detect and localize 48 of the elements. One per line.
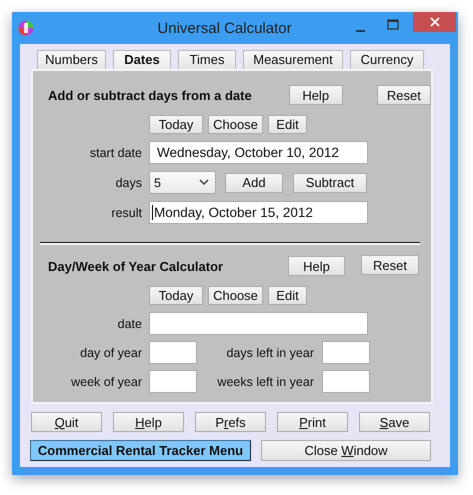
number-field[interactable] [149, 370, 197, 393]
section-title: Day/Week of Year Calculator [48, 258, 224, 274]
tab[interactable]: Numbers [37, 50, 106, 69]
field-label: week of year [70, 374, 142, 388]
reset-button[interactable]: Reset [376, 85, 431, 105]
toolbar-button[interactable]: Help [113, 412, 184, 432]
toolbar-button[interactable]: Quit [31, 412, 102, 432]
section-title: Add or subtract days from a date [48, 88, 253, 102]
number-field[interactable] [149, 341, 197, 364]
field-label: days left in year [225, 346, 314, 360]
field-label: day of year [79, 346, 142, 360]
field-label: start date [88, 146, 142, 160]
date-button[interactable]: Today [149, 115, 203, 134]
number-field[interactable] [322, 370, 370, 393]
days-dropdown[interactable]: 5 [149, 171, 216, 194]
result-field[interactable]: Monday, October 15, 2012 [149, 201, 368, 224]
date-button[interactable]: Edit [268, 115, 307, 134]
window-title: Universal Calculator [156, 20, 293, 36]
date-button[interactable]: Edit [268, 286, 307, 305]
field-label: weeks left in year [216, 374, 314, 388]
menu-button[interactable]: Commercial Rental Tracker Menu [30, 440, 251, 461]
tab[interactable]: Times [178, 50, 236, 69]
close-icon [430, 17, 440, 27]
date-button[interactable]: Today [149, 286, 203, 305]
app-icon [18, 20, 34, 36]
maximize-icon[interactable] [387, 19, 399, 31]
add-button[interactable]: Add [225, 172, 283, 192]
field-label: result [110, 206, 142, 220]
tab[interactable]: Currency [350, 50, 424, 69]
field-label: date [116, 316, 142, 330]
toolbar-button[interactable]: Prefs [195, 412, 266, 432]
date-button[interactable]: Choose [208, 115, 263, 134]
close-button[interactable] [413, 12, 456, 32]
number-field[interactable] [322, 341, 370, 364]
date-field[interactable] [149, 312, 368, 335]
reset-button[interactable]: Reset [361, 255, 419, 275]
tab[interactable]: Dates [113, 50, 171, 69]
chevron-down-icon [199, 179, 209, 186]
close-window-button[interactable]: Close Window [261, 440, 431, 461]
field-label: days [114, 176, 142, 190]
toolbar-button[interactable]: Save [359, 412, 430, 432]
subtract-button[interactable]: Subtract [293, 172, 367, 192]
help-button[interactable]: Help [288, 85, 343, 105]
start-date-field[interactable]: Wednesday, October 10, 2012 [149, 141, 368, 164]
tab[interactable]: Measurement [243, 50, 343, 69]
toolbar-button[interactable]: Print [277, 412, 348, 432]
help-button[interactable]: Help [288, 256, 345, 276]
date-button[interactable]: Choose [208, 286, 263, 305]
